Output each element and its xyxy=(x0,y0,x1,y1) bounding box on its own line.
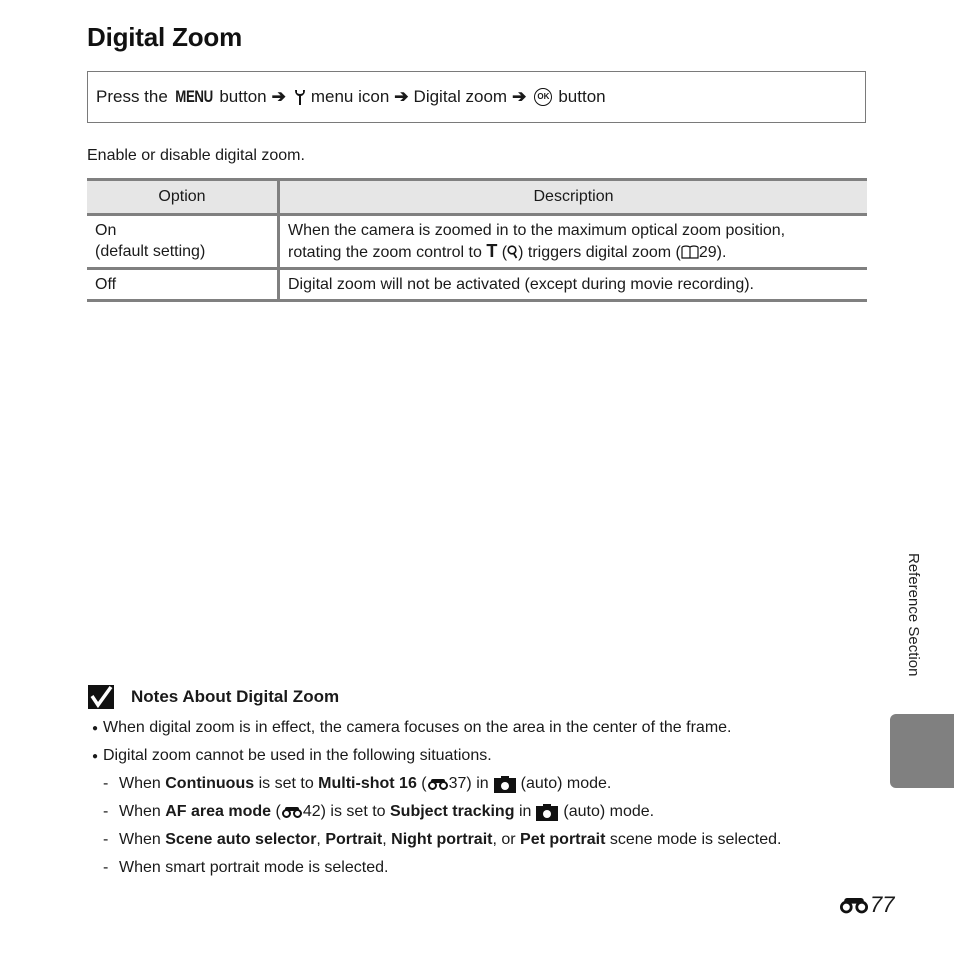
sub-list-item: - When Scene auto selector, Portrait, Ni… xyxy=(103,831,782,848)
table-row: On (default setting) When the camera is … xyxy=(87,214,867,270)
procedure-text: Digital zoom xyxy=(413,87,508,106)
procedure-text: menu icon xyxy=(310,87,390,106)
option-name: On xyxy=(95,222,117,239)
table-row: Off Digital zoom will not be activated (… xyxy=(87,268,867,302)
side-tab-label: Reference Section xyxy=(905,553,922,677)
description-text: rotating the zoom control to T () trigge… xyxy=(288,241,727,261)
section-thumb-tab[interactable] xyxy=(890,714,954,788)
procedure-text: button xyxy=(219,87,267,106)
column-header-option: Option xyxy=(87,178,280,216)
binoculars-reference-icon xyxy=(427,779,448,790)
procedure-text: Press the xyxy=(96,87,168,106)
list-item: ● When digital zoom is in effect, the ca… xyxy=(87,717,887,739)
menu-button-glyph: MENU xyxy=(174,87,213,106)
bullet-icon: ● xyxy=(91,750,99,762)
option-cell: On (default setting) xyxy=(87,214,280,270)
arrow-right-icon: ➔ xyxy=(271,87,286,106)
binoculars-reference-icon xyxy=(281,807,302,818)
list-item: ● Digital zoom cannot be used in the fol… xyxy=(87,745,887,767)
description-text: When the camera is zoomed in to the maxi… xyxy=(288,222,786,239)
description-cell: Digital zoom will not be activated (exce… xyxy=(278,268,867,302)
arrow-right-icon: ➔ xyxy=(394,87,409,106)
procedure-box: Press the MENU button ➔ menu icon ➔ Digi… xyxy=(87,71,866,123)
magnifier-zoom-icon xyxy=(507,245,518,259)
arrow-right-icon: ➔ xyxy=(512,87,527,106)
procedure-text: button xyxy=(558,87,606,106)
bullet-icon: ● xyxy=(91,722,99,734)
ok-button-icon: OK xyxy=(534,88,553,106)
page-title: Digital Zoom xyxy=(87,22,243,52)
camera-auto-mode-icon xyxy=(536,803,559,821)
checkmark-note-icon xyxy=(88,685,114,709)
option-cell: Off xyxy=(87,268,280,302)
option-note: (default setting) xyxy=(95,243,206,260)
sub-list-item: - When Continuous is set to Multi-shot 1… xyxy=(103,775,612,793)
intro-text: Enable or disable digital zoom. xyxy=(87,147,305,164)
wrench-setup-icon xyxy=(294,90,305,105)
sub-list-item: - When AF area mode (42) is set to Subje… xyxy=(103,803,655,821)
description-cell: When the camera is zoomed in to the maxi… xyxy=(278,214,867,270)
notes-section: Notes About Digital Zoom ● When digital … xyxy=(87,683,887,879)
notes-heading: Notes About Digital Zoom xyxy=(87,683,887,711)
table-header-row: Option Description xyxy=(87,178,867,216)
book-reference-icon xyxy=(681,245,699,259)
page-number: 77 xyxy=(839,892,894,918)
sub-list-item: - When smart portrait mode is selected. xyxy=(103,859,389,876)
column-header-description: Description xyxy=(278,178,867,216)
options-table: Option Description On (default setting) … xyxy=(87,178,867,302)
tele-T-icon: T xyxy=(486,241,498,261)
camera-auto-mode-icon xyxy=(493,775,516,793)
binoculars-reference-icon xyxy=(840,898,868,914)
